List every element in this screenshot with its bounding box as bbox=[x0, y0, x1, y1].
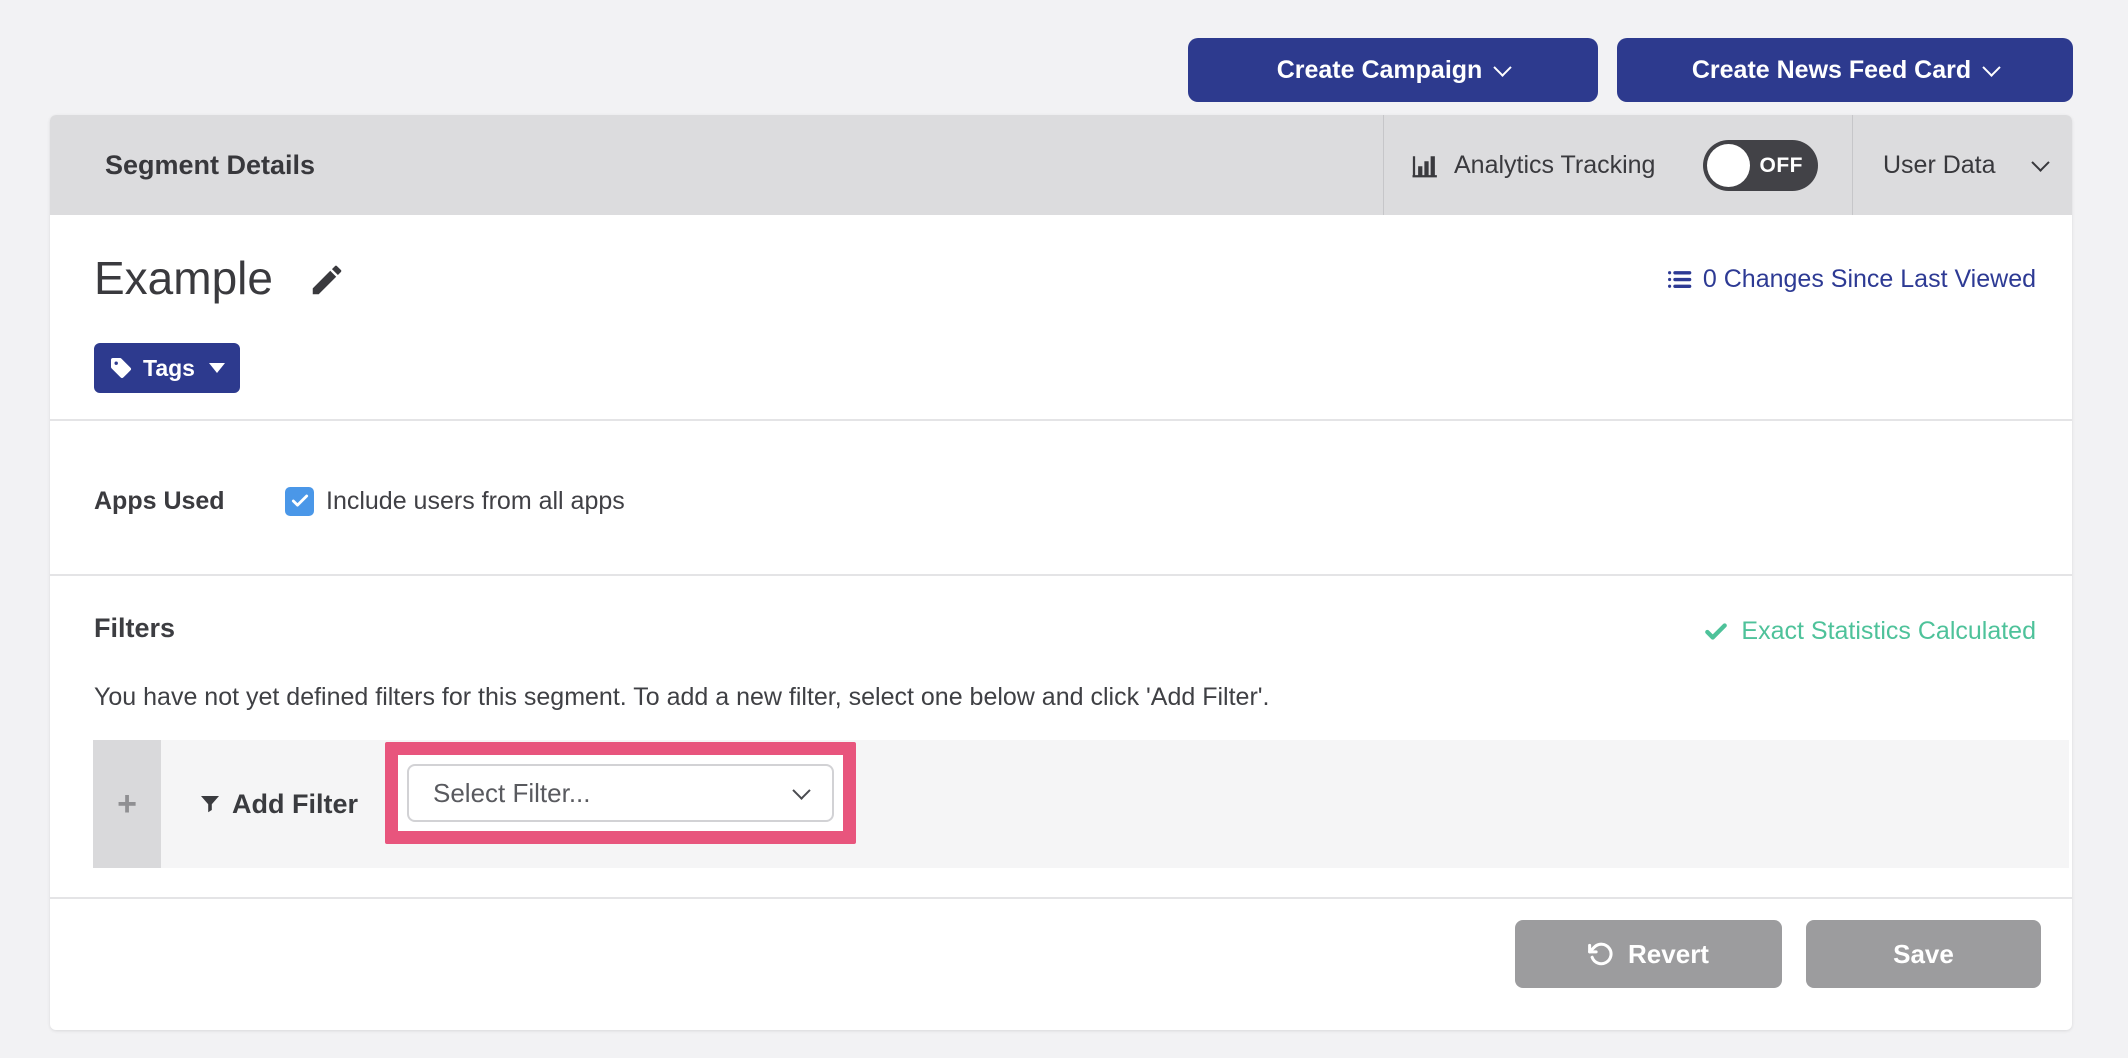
create-campaign-label: Create Campaign bbox=[1277, 56, 1483, 85]
user-data-label: User Data bbox=[1883, 151, 1996, 180]
header-divider bbox=[1383, 115, 1384, 215]
revert-button-label: Revert bbox=[1628, 939, 1709, 970]
section-divider bbox=[50, 897, 2072, 899]
include-all-apps-label: Include users from all apps bbox=[326, 487, 625, 516]
tags-button[interactable]: Tags bbox=[94, 343, 240, 393]
plus-icon: + bbox=[117, 785, 137, 824]
section-divider bbox=[50, 574, 2072, 576]
create-campaign-button[interactable]: Create Campaign bbox=[1188, 38, 1598, 102]
exact-statistics-label: Exact Statistics Calculated bbox=[1741, 617, 2036, 646]
segment-details-panel: Segment Details Analytics Tracking OFF bbox=[50, 115, 2072, 1030]
filters-heading: Filters bbox=[94, 613, 175, 644]
tag-icon bbox=[109, 356, 133, 380]
rotate-ccw-icon bbox=[1588, 941, 1614, 967]
analytics-tracking-label: Analytics Tracking bbox=[1454, 151, 1655, 180]
annotation-highlight: Select Filter... bbox=[385, 742, 856, 844]
filter-select[interactable]: Select Filter... bbox=[407, 764, 834, 822]
add-filter-plus-button[interactable]: + bbox=[93, 740, 161, 868]
caret-down-icon bbox=[209, 363, 225, 373]
filter-select-value: Select Filter... bbox=[433, 778, 591, 809]
chevron-down-icon bbox=[1494, 58, 1512, 76]
create-news-feed-card-button[interactable]: Create News Feed Card bbox=[1617, 38, 2073, 102]
revert-button[interactable]: Revert bbox=[1515, 920, 1782, 988]
bar-chart-icon bbox=[1410, 150, 1440, 180]
filters-description: You have not yet defined filters for thi… bbox=[94, 683, 1270, 712]
page-title: Segment Details bbox=[105, 115, 315, 215]
check-icon bbox=[1703, 619, 1729, 645]
apps-used-label: Apps Used bbox=[94, 487, 285, 516]
user-data-dropdown[interactable]: User Data bbox=[1883, 115, 2047, 215]
changes-link-label: 0 Changes Since Last Viewed bbox=[1703, 265, 2036, 294]
add-filter-control[interactable]: Add Filter bbox=[198, 740, 358, 868]
add-filter-label: Add Filter bbox=[232, 789, 358, 820]
save-button[interactable]: Save bbox=[1806, 920, 2041, 988]
funnel-icon bbox=[198, 792, 222, 816]
exact-statistics-status: Exact Statistics Calculated bbox=[1703, 617, 2036, 646]
include-all-apps-checkbox[interactable] bbox=[285, 487, 314, 516]
pencil-icon bbox=[308, 261, 346, 299]
create-news-feed-card-label: Create News Feed Card bbox=[1692, 56, 1971, 85]
toggle-knob bbox=[1707, 144, 1750, 187]
header-divider bbox=[1852, 115, 1853, 215]
segment-name: Example bbox=[94, 253, 273, 304]
check-icon bbox=[290, 491, 310, 511]
page: Create Campaign Create News Feed Card Se… bbox=[0, 0, 2128, 1058]
chevron-down-icon bbox=[2031, 153, 2049, 171]
analytics-tracking-group: Analytics Tracking bbox=[1410, 115, 1655, 215]
section-divider bbox=[50, 419, 2072, 421]
tags-button-label: Tags bbox=[143, 355, 195, 382]
changes-since-last-viewed-link[interactable]: 0 Changes Since Last Viewed bbox=[1666, 265, 2036, 294]
chevron-down-icon bbox=[1982, 58, 2000, 76]
panel-header: Segment Details Analytics Tracking OFF bbox=[50, 115, 2072, 215]
list-icon bbox=[1666, 266, 1693, 293]
chevron-down-icon bbox=[792, 781, 810, 799]
apps-used-row: Apps Used Include users from all apps bbox=[94, 481, 625, 521]
add-filter-row: + Add Filter Select Filter... bbox=[93, 740, 2069, 868]
save-button-label: Save bbox=[1893, 939, 1954, 970]
toggle-state-label: OFF bbox=[1760, 140, 1804, 191]
edit-segment-name-button[interactable] bbox=[308, 261, 346, 299]
analytics-tracking-toggle[interactable]: OFF bbox=[1703, 140, 1818, 191]
